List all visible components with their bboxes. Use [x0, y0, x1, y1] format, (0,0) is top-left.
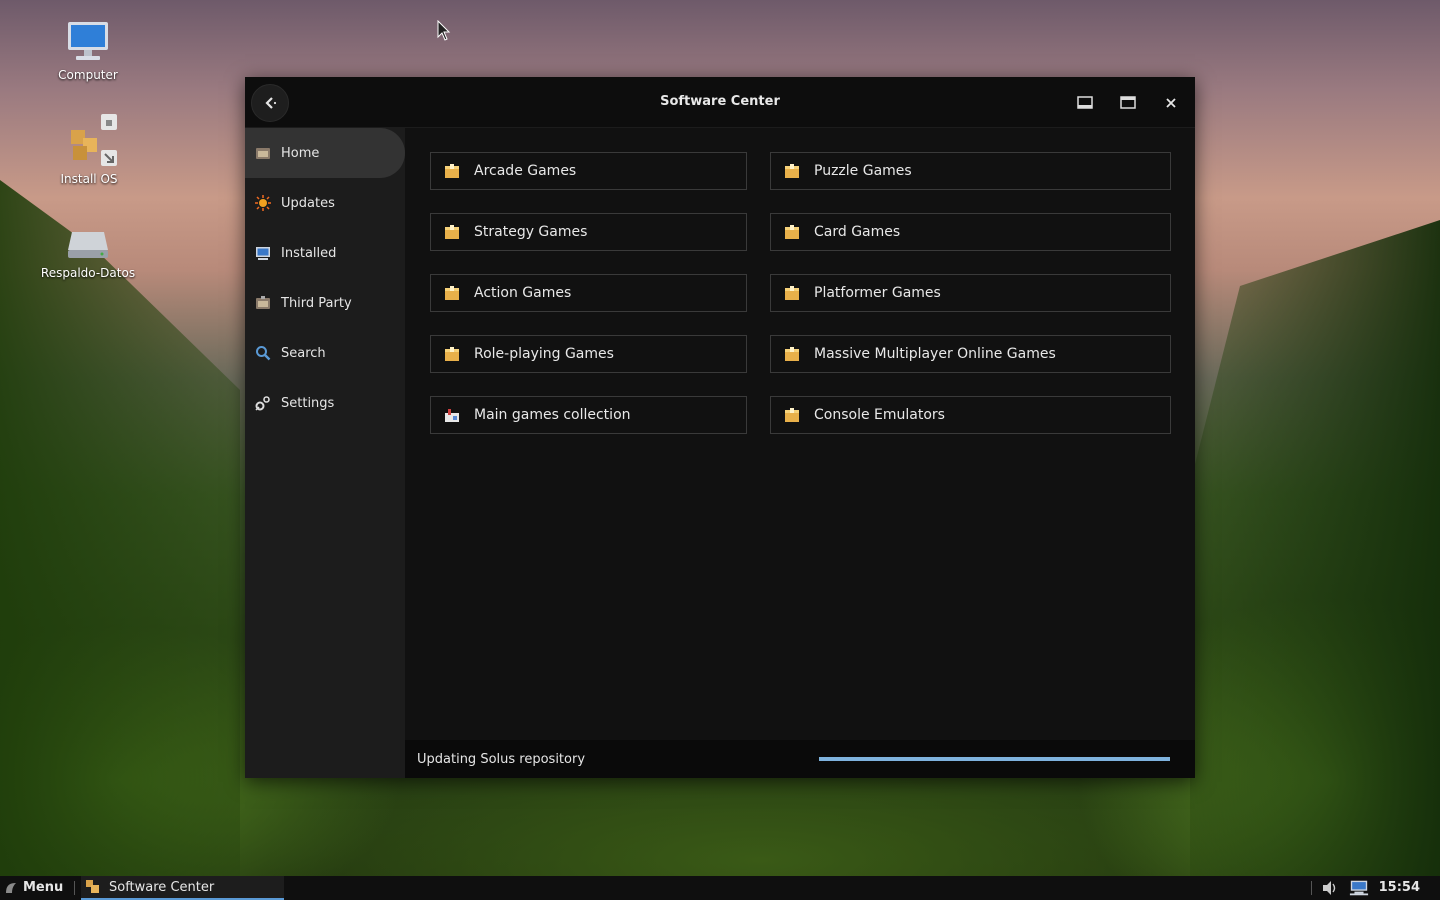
software-center-window: Software Center Home Updates Installed T…: [245, 77, 1195, 778]
category-label: Main games collection: [474, 407, 631, 423]
category-label: Puzzle Games: [814, 163, 912, 179]
category-label: Arcade Games: [474, 163, 577, 179]
maximize-button[interactable]: [1117, 92, 1139, 114]
package-icon: [785, 225, 799, 239]
sidebar-item-settings[interactable]: Settings: [245, 378, 405, 428]
clock[interactable]: 15:54: [1379, 880, 1420, 895]
category-mmo-games[interactable]: Massive Multiplayer Online Games: [770, 335, 1171, 373]
third-party-icon: [256, 296, 270, 309]
sidebar-item-home[interactable]: Home: [245, 128, 405, 178]
category-platformer-games[interactable]: Platformer Games: [770, 274, 1171, 312]
taskbar-separator: [74, 881, 75, 895]
category-label: Action Games: [474, 285, 572, 301]
updates-icon: [255, 195, 271, 211]
category-arcade-games[interactable]: Arcade Games: [430, 152, 747, 190]
category-card-games[interactable]: Card Games: [770, 213, 1171, 251]
home-icon: [256, 148, 270, 159]
category-role-playing-games[interactable]: Role-playing Games: [430, 335, 747, 373]
package-icon: [445, 164, 459, 178]
desktop-icon-computer[interactable]: Computer: [33, 20, 143, 82]
titlebar: Software Center: [245, 77, 1195, 128]
computer-icon: [64, 20, 112, 64]
category-label: Massive Multiplayer Online Games: [814, 346, 1056, 362]
collection-icon: [445, 409, 459, 422]
settings-icon: [255, 396, 270, 411]
sidebar-item-label: Updates: [281, 195, 335, 211]
package-icon: [445, 225, 459, 239]
category-label: Strategy Games: [474, 224, 588, 240]
desktop-icon-label: Respaldo-Datos: [40, 266, 136, 280]
sidebar-item-label: Third Party: [281, 295, 352, 311]
sidebar-item-installed[interactable]: Installed: [245, 228, 405, 278]
software-center-icon: [86, 880, 99, 893]
network-icon[interactable]: [1349, 879, 1369, 897]
window-title: Software Center: [660, 94, 780, 109]
menu-icon: [6, 882, 16, 893]
minimize-icon: [1077, 96, 1093, 109]
sidebar-item-label: Installed: [281, 245, 337, 261]
sidebar-item-label: Home: [281, 145, 320, 161]
close-button[interactable]: [1160, 92, 1182, 114]
status-bar: Updating Solus repository: [405, 740, 1195, 778]
install-package-icon: [65, 112, 117, 168]
sidebar: Home Updates Installed Third Party Searc…: [245, 128, 405, 778]
desktop-icon-label: Computer: [58, 68, 118, 82]
status-text: Updating Solus repository: [417, 752, 586, 767]
progress-bar-fill: [819, 757, 1170, 761]
close-icon: [1166, 98, 1176, 108]
category-label: Platformer Games: [814, 285, 941, 301]
category-label: Console Emulators: [814, 407, 945, 423]
package-icon: [785, 164, 799, 178]
category-label: Role-playing Games: [474, 346, 614, 362]
package-icon: [785, 286, 799, 300]
sidebar-item-third-party[interactable]: Third Party: [245, 278, 405, 328]
menu-button[interactable]: Menu: [4, 880, 63, 895]
package-icon: [445, 286, 459, 300]
package-icon: [445, 347, 459, 361]
taskbar-task-label: Software Center: [109, 879, 215, 895]
desktop-icon-install-os[interactable]: Install OS: [34, 112, 144, 186]
maximize-icon: [1120, 96, 1136, 109]
sidebar-item-label: Search: [281, 345, 326, 361]
desktop-icon-respaldo-datos[interactable]: Respaldo-Datos: [33, 226, 143, 280]
category-label: Card Games: [814, 224, 901, 240]
progress-bar: [819, 757, 1170, 761]
menu-label: Menu: [23, 880, 64, 895]
drive-icon: [64, 226, 112, 262]
category-action-games[interactable]: Action Games: [430, 274, 747, 312]
sidebar-item-search[interactable]: Search: [245, 328, 405, 378]
search-icon: [256, 346, 271, 361]
sidebar-item-updates[interactable]: Updates: [245, 178, 405, 228]
category-grid: Arcade Games Strategy Games Action Games…: [405, 128, 1195, 740]
sidebar-item-label: Settings: [281, 395, 335, 411]
package-icon: [785, 408, 799, 422]
category-puzzle-games[interactable]: Puzzle Games: [770, 152, 1171, 190]
installed-icon: [256, 247, 270, 260]
category-strategy-games[interactable]: Strategy Games: [430, 213, 747, 251]
taskbar-task-software-center[interactable]: Software Center: [81, 876, 284, 900]
mouse-cursor-icon: [437, 20, 451, 41]
package-icon: [785, 347, 799, 361]
taskbar: Menu Software Center 15:54: [0, 876, 1440, 900]
category-console-emulators[interactable]: Console Emulators: [770, 396, 1171, 434]
minimize-button[interactable]: [1074, 92, 1096, 114]
volume-icon[interactable]: [1320, 879, 1340, 897]
taskbar-separator: [1311, 881, 1312, 895]
category-main-games-collection[interactable]: Main games collection: [430, 396, 747, 434]
desktop-icon-label: Install OS: [60, 172, 118, 186]
